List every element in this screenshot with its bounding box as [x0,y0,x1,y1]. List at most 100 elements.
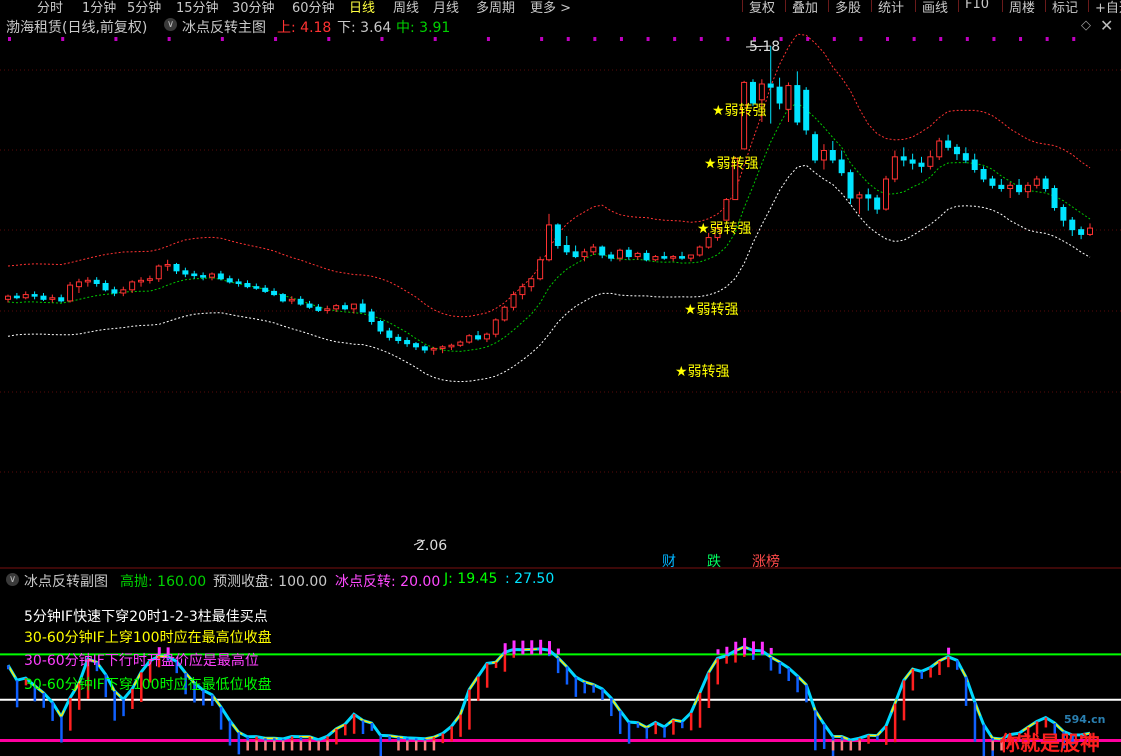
note-3: 30-60分钟IF下行时开盘价应是最高位 [24,653,259,669]
histogram-bar [1044,717,1048,728]
histogram-bar [769,657,773,671]
histogram-bar [911,669,915,691]
histogram-bar [627,722,631,744]
freeze-bar [406,740,409,751]
overheat-bar [539,639,543,655]
overheat-bar [548,641,551,655]
histogram-bar [556,657,560,674]
histogram-bar [113,691,116,721]
histogram-bar [778,662,782,674]
histogram-bar [308,736,312,741]
j-value: J: 19.45 [444,571,498,587]
histogram-bar [42,692,45,708]
gaopao-value: 高抛: 160.00 [120,574,207,590]
note-2: 30-60分钟IF上穿100时应在最高位收盘 [24,630,272,646]
histogram-bar [822,723,826,749]
overheat-bar [716,649,720,655]
freeze-bar [308,740,312,751]
freeze-bar [397,740,400,751]
freeze-bar [246,740,249,751]
watermark-text: 你就是股神 [1000,731,1100,755]
overheat-bar [503,643,507,655]
histogram-bar [441,733,445,744]
overheat-bar [725,646,729,655]
histogram-bar [725,655,728,664]
histogram-bar [920,671,923,679]
histogram-bar [344,724,347,736]
histogram-bar [681,721,684,729]
freeze-bar [255,740,258,751]
freeze-bar [281,740,285,751]
bingdian-value: 冰点反转: 20.00 [335,574,441,590]
freeze-bar [840,740,844,751]
histogram-bar [255,736,258,741]
histogram-bar [618,710,622,734]
histogram-bar [60,716,63,743]
histogram-bar [477,676,480,701]
sub-indicator-name[interactable]: 冰点反转副图 [24,571,108,591]
freeze-bar [849,740,853,751]
histogram-bar [672,719,675,735]
histogram-bar [698,692,702,728]
freeze-bar [414,740,418,751]
histogram-bar [352,714,356,734]
histogram-bar [379,735,382,756]
histogram-bar [503,652,507,672]
overheat-bar [769,647,773,655]
overheat-bar [734,641,738,655]
histogram-bar [867,735,870,744]
histogram-bar [636,722,640,728]
freeze-bar [991,740,994,751]
last-value: : 27.50 [505,571,555,587]
histogram-bar [335,728,338,745]
histogram-bar [902,680,906,721]
histogram-bar [574,676,578,697]
histogram-bar [51,702,54,721]
freeze-bar [273,740,276,751]
histogram-bar [592,684,595,693]
histogram-bar [15,680,19,708]
histogram-bar [122,699,125,717]
overheat-bar [947,647,951,655]
sub-chart-header: ∨ 冰点反转副图 高抛: 160.00 预测收盘: 100.00 冰点反转: 2… [0,570,1121,590]
overheat-bar [521,640,525,655]
freeze-bar [831,740,835,751]
histogram-bar [955,660,959,670]
freeze-bar [290,740,294,751]
overheat-bar [556,648,560,655]
note-4: 30-60分钟IF下穿100时应在最低位收盘 [24,677,272,693]
histogram-bar [388,735,391,741]
histogram-bar [982,724,986,756]
freeze-bar [299,740,303,751]
histogram-bar [494,662,498,668]
histogram-bar [938,660,941,676]
watermark-url: 594.cn [1064,713,1106,726]
histogram-bar [7,665,10,670]
histogram-bar [361,720,365,735]
histogram-bar [583,681,586,694]
freeze-bar [432,740,436,751]
histogram-bar [947,656,950,668]
histogram-bar [814,710,817,751]
overheat-bar [760,641,764,655]
histogram-bar [654,722,657,735]
freeze-bar [326,740,329,751]
histogram-bar [796,675,799,693]
histogram-bar [840,736,844,741]
histogram-bar [973,701,977,742]
freeze-bar [317,740,320,751]
histogram-bar [228,720,232,746]
histogram-bar [459,714,462,737]
histogram-bar [69,697,72,731]
histogram-bar [237,732,241,755]
predicted-close-value: 预测收盘: 100.00 [213,574,328,590]
histogram-bar [645,727,649,739]
histogram-bar [885,726,888,745]
histogram-bar [876,735,879,741]
chevron-down-icon[interactable]: ∨ [6,573,19,586]
histogram-bar [468,689,471,730]
histogram-bar [565,666,569,685]
histogram-bar [787,667,790,682]
histogram-bar [370,722,374,731]
histogram-bar [210,694,214,706]
